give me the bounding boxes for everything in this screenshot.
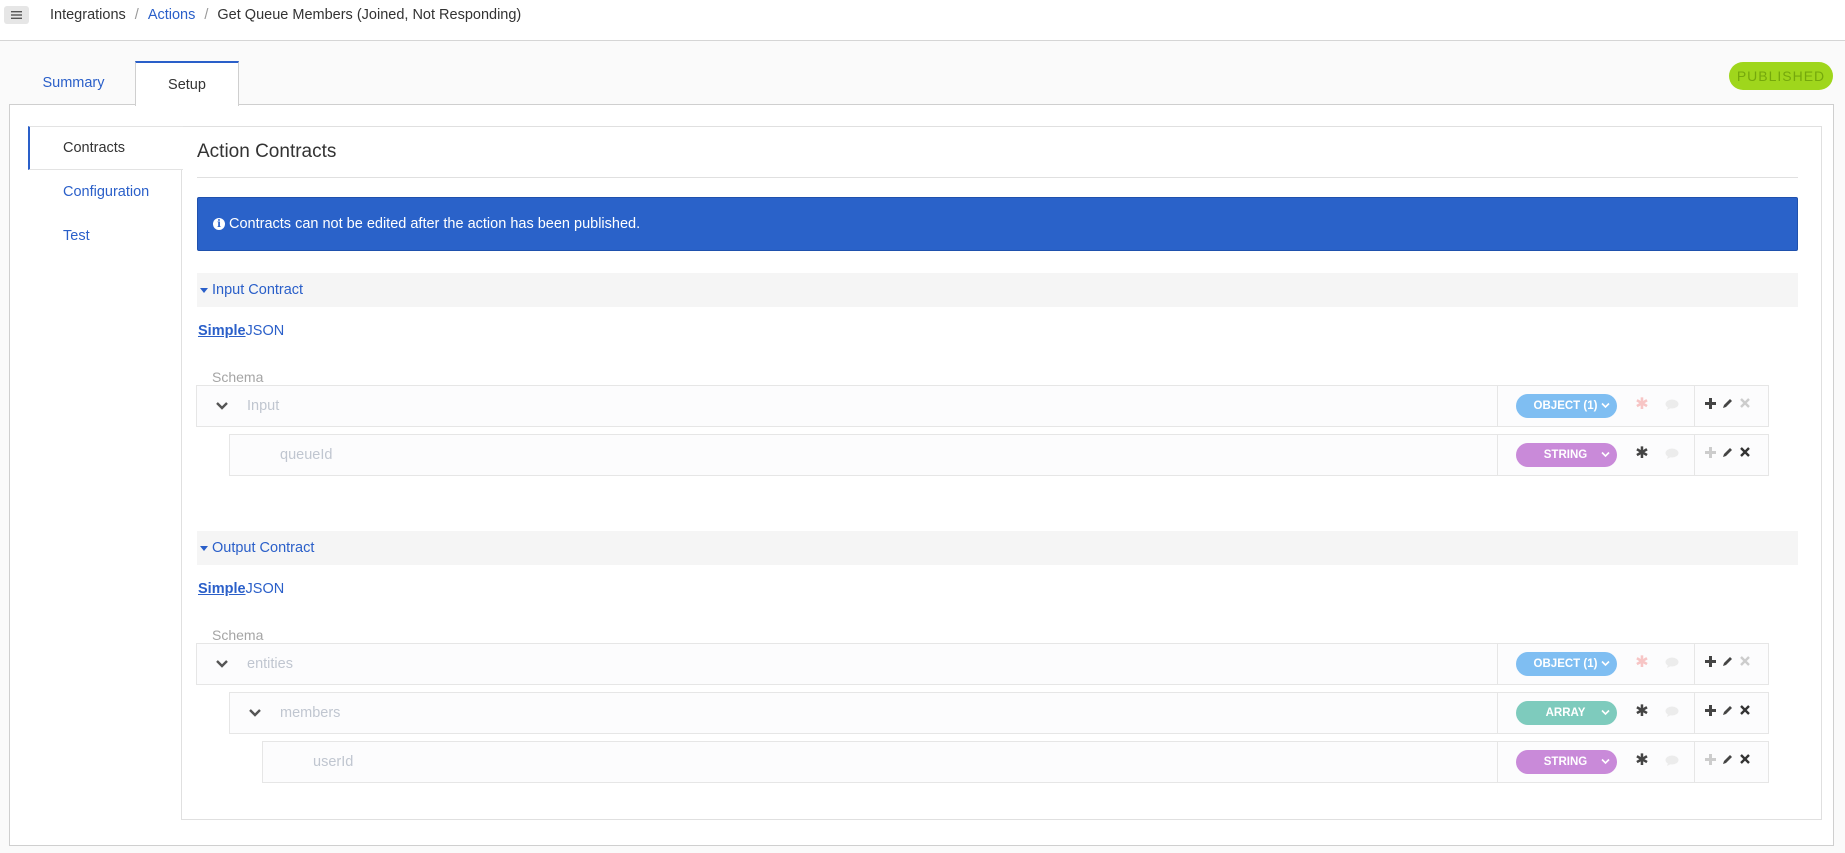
divider [1694, 435, 1695, 475]
output-schema-label: Schema [212, 627, 264, 643]
chevron-down-icon[interactable] [215, 657, 229, 671]
type-select[interactable]: OBJECT (1) [1516, 394, 1617, 418]
breadcrumb: Integrations / Actions / Get Queue Membe… [50, 7, 521, 23]
field-controls: STRING ✱ [1497, 435, 1768, 475]
pencil-icon[interactable] [1722, 705, 1733, 716]
status-badge: PUBLISHED [1729, 62, 1833, 90]
field-name: userId [313, 754, 354, 770]
chevron-down-icon[interactable] [215, 399, 229, 413]
comment-icon[interactable] [1665, 448, 1679, 460]
comment-icon[interactable] [1665, 399, 1679, 411]
comment-icon[interactable] [1665, 755, 1679, 767]
divider [1694, 644, 1695, 684]
contracts-content: Action Contracts i Contracts can not be … [181, 126, 1822, 820]
tab-setup[interactable]: Setup [135, 61, 239, 106]
breadcrumb-actions[interactable]: Actions [148, 7, 196, 23]
pencil-icon[interactable] [1722, 754, 1733, 765]
side-nav-configuration[interactable]: Configuration [28, 170, 181, 214]
input-mode-json[interactable]: JSON [246, 323, 285, 339]
comment-icon[interactable] [1665, 706, 1679, 718]
type-select[interactable]: ARRAY [1516, 701, 1617, 725]
pencil-icon[interactable] [1722, 447, 1733, 458]
output-mode-switch: Simple JSON [198, 581, 284, 597]
divider [1694, 693, 1695, 733]
input-mode-simple[interactable]: Simple [198, 323, 246, 339]
breadcrumb-integrations[interactable]: Integrations [50, 7, 126, 23]
output-mode-json[interactable]: JSON [246, 581, 285, 597]
chevron-down-icon[interactable] [248, 706, 262, 720]
input-mode-switch: Simple JSON [198, 323, 284, 339]
required-icon[interactable]: ✱ [1635, 704, 1649, 720]
comment-icon[interactable] [1665, 657, 1679, 669]
add-icon[interactable] [1705, 398, 1716, 409]
side-nav-test[interactable]: Test [28, 214, 181, 258]
page-title: Action Contracts [197, 141, 337, 162]
breadcrumb-current: Get Queue Members (Joined, Not Respondin… [217, 7, 522, 23]
output-mode-simple[interactable]: Simple [198, 581, 246, 597]
breadcrumb-separator: / [134, 7, 139, 23]
alert-text: Contracts can not be edited after the ac… [229, 216, 641, 232]
field-name: queueId [280, 447, 333, 463]
chevron-down-icon [1601, 402, 1610, 409]
chevron-down-icon [1601, 709, 1610, 716]
close-icon[interactable] [1740, 656, 1750, 666]
schema-row-members: members ARRAY ✱ [229, 692, 1769, 734]
schema-row-queueid: queueId STRING ✱ [229, 434, 1769, 476]
chevron-down-icon [1601, 758, 1610, 765]
divider [1694, 742, 1695, 782]
main-area: Summary Setup PUBLISHED Contracts Config… [0, 41, 1845, 853]
divider [1694, 386, 1695, 426]
chevron-down-icon [1601, 451, 1610, 458]
top-bar: Integrations / Actions / Get Queue Membe… [0, 0, 1845, 41]
input-contract-label: Input Contract [212, 282, 304, 298]
info-icon: i [213, 218, 225, 230]
input-contract-header[interactable]: Input Contract [197, 273, 1798, 307]
required-icon[interactable]: ✱ [1635, 397, 1649, 413]
field-controls: STRING ✱ [1497, 742, 1768, 782]
schema-row-input: Input OBJECT (1) ✱ [196, 385, 1769, 427]
title-divider [197, 177, 1798, 178]
schema-row-userid: userId STRING ✱ [262, 741, 1769, 783]
pencil-icon[interactable] [1722, 656, 1733, 667]
side-nav: Contracts Configuration Test [28, 126, 183, 258]
caret-down-icon [200, 287, 208, 293]
schema-row-entities: entities OBJECT (1) ✱ [196, 643, 1769, 685]
field-name: Input [247, 398, 280, 414]
caret-down-icon [200, 545, 208, 551]
add-icon[interactable] [1705, 754, 1716, 765]
type-select[interactable]: OBJECT (1) [1516, 652, 1617, 676]
close-icon[interactable] [1740, 447, 1750, 457]
status-badge-label: PUBLISHED [1736, 68, 1826, 84]
required-icon[interactable]: ✱ [1635, 655, 1649, 671]
breadcrumb-separator: / [204, 7, 209, 23]
required-icon[interactable]: ✱ [1635, 753, 1649, 769]
pencil-icon[interactable] [1722, 398, 1733, 409]
close-icon[interactable] [1740, 705, 1750, 715]
add-icon[interactable] [1705, 656, 1716, 667]
input-schema-label: Schema [212, 369, 264, 385]
required-icon[interactable]: ✱ [1635, 446, 1649, 462]
close-icon[interactable] [1740, 754, 1750, 764]
field-name: members [280, 705, 341, 721]
side-nav-contracts[interactable]: Contracts [28, 126, 183, 170]
add-icon[interactable] [1705, 705, 1716, 716]
type-select[interactable]: STRING [1516, 750, 1617, 774]
field-name: entities [247, 656, 293, 672]
info-alert: i Contracts can not be edited after the … [197, 197, 1798, 251]
type-select[interactable]: STRING [1516, 443, 1617, 467]
chevron-down-icon [1601, 660, 1610, 667]
tab-summary[interactable]: Summary [22, 61, 125, 105]
setup-panel: Contracts Configuration Test Action Cont… [9, 104, 1834, 846]
field-controls: ARRAY ✱ [1497, 693, 1768, 733]
hamburger-icon[interactable] [4, 6, 29, 24]
output-contract-header[interactable]: Output Contract [197, 531, 1798, 565]
close-icon[interactable] [1740, 398, 1750, 408]
field-controls: OBJECT (1) ✱ [1497, 644, 1768, 684]
field-controls: OBJECT (1) ✱ [1497, 386, 1768, 426]
add-icon[interactable] [1705, 447, 1716, 458]
output-contract-label: Output Contract [212, 540, 315, 556]
